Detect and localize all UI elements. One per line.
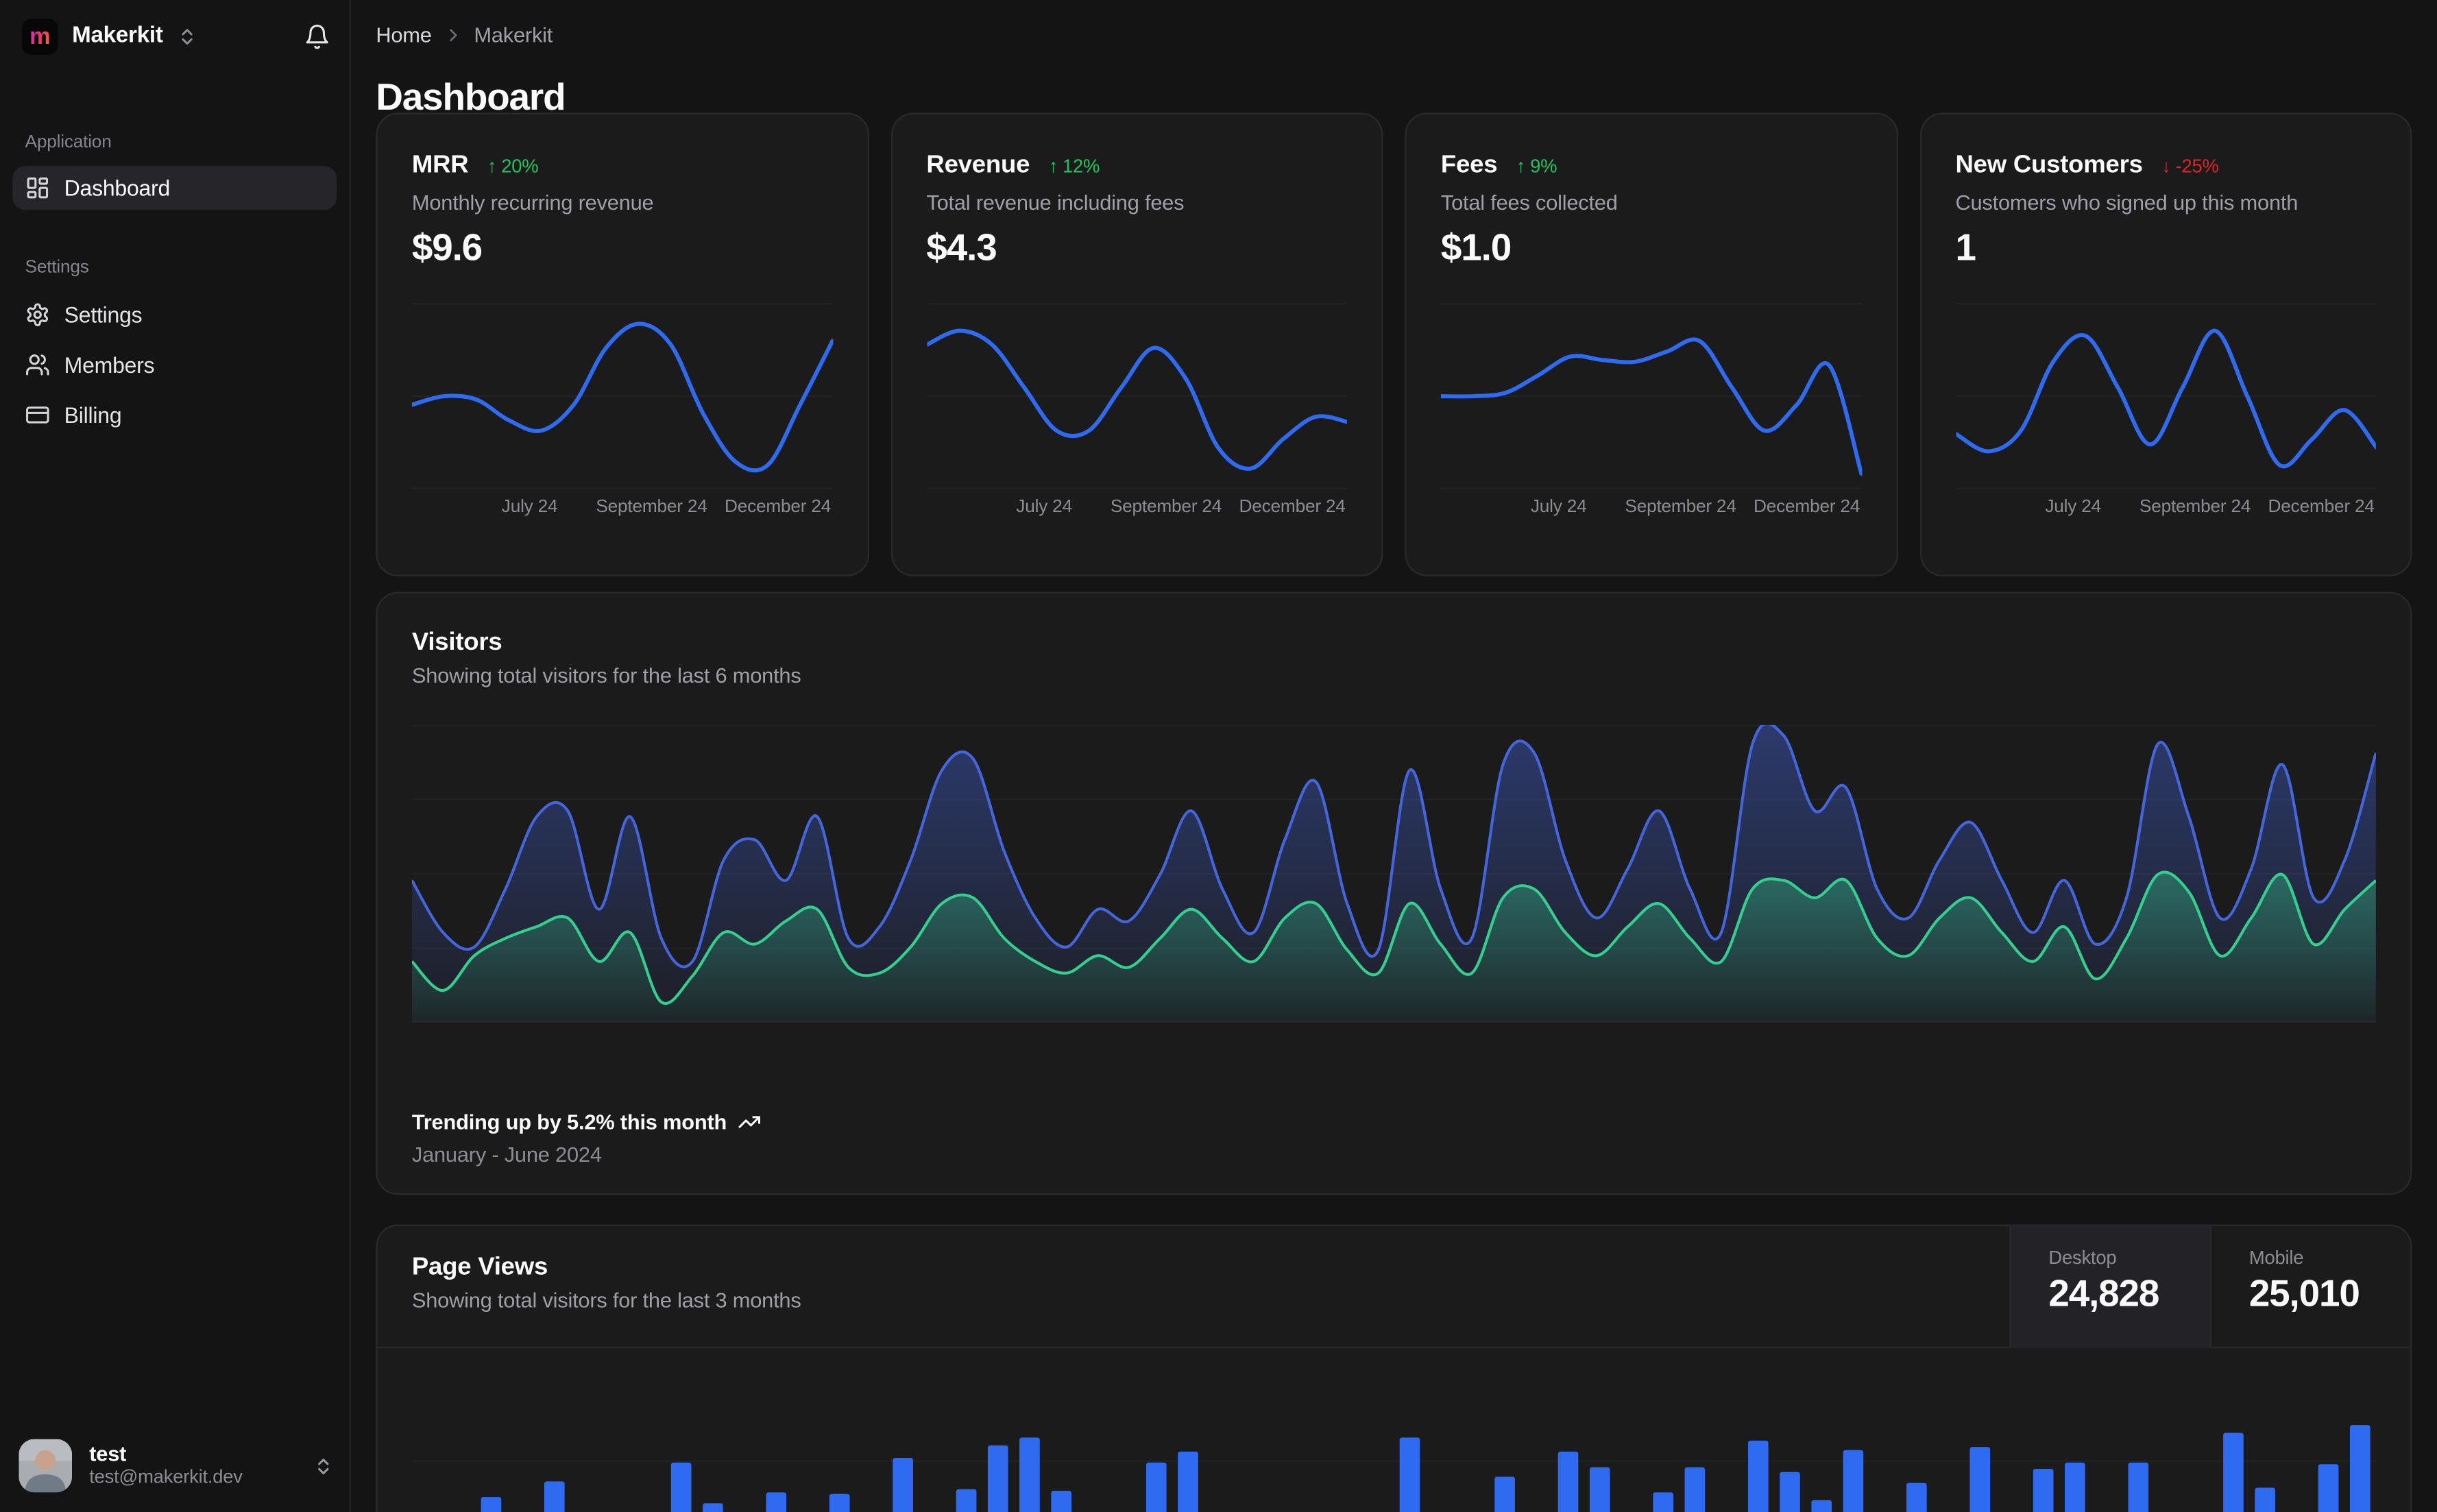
desktop-stat-toggle[interactable]: Desktop 24,828	[2009, 1226, 2210, 1349]
user-email: test@makerkit.dev	[89, 1466, 243, 1489]
trend-badge: ↑ 20%	[487, 155, 539, 178]
stat-card-fees: Fees ↑ 9% Total fees collected $1.0 July …	[1405, 112, 1898, 576]
sidebar-item-label: Dashboard	[64, 175, 171, 201]
sparkline-x-axis: July 24 September 24 December 24	[926, 498, 1346, 520]
user-name: test	[89, 1441, 127, 1466]
x-tick-label: July 24	[2045, 498, 2102, 517]
x-tick-label: September 24	[2139, 498, 2251, 517]
arrow-up-icon: ↑	[487, 155, 497, 178]
main-content: Home Makerkit Dashboard MRR ↑ 20% Monthly…	[351, 0, 2437, 1512]
visitors-subtitle: Showing total visitors for the last 6 mo…	[411, 663, 801, 687]
sparkline-x-axis: July 24 September 24 December 24	[1441, 498, 1861, 520]
breadcrumb-current: Makerkit	[474, 23, 553, 47]
stat-card-description: Total revenue including fees	[926, 191, 1185, 215]
x-tick-label: September 24	[1110, 498, 1222, 517]
breadcrumb-home-link[interactable]: Home	[376, 23, 432, 47]
page-views-bar-chart	[411, 1364, 2376, 1512]
stat-card-description: Total fees collected	[1440, 191, 1618, 215]
sidebar-item-label: Members	[64, 352, 155, 378]
stat-card-description: Monthly recurring revenue	[411, 191, 654, 215]
chevrons-up-down-icon	[313, 1456, 334, 1476]
page-views-title: Page Views	[411, 1254, 548, 1281]
breadcrumb: Home Makerkit	[376, 23, 553, 47]
page-views-toggles: Desktop 24,828 Mobile 25,010	[2009, 1226, 2410, 1349]
stat-value: 24,828	[2048, 1273, 2159, 1316]
credit-card-icon	[25, 402, 51, 428]
stat-card-value: $4.3	[926, 227, 997, 269]
sidebar-group-label-application: Application	[25, 133, 112, 152]
user-info: test test@makerkit.dev	[89, 1442, 243, 1489]
arrow-up-icon: ↑	[1516, 155, 1526, 178]
trending-up-icon	[738, 1110, 761, 1134]
workspace-selector[interactable]: m Makerkit	[21, 16, 330, 56]
avatar	[19, 1439, 73, 1493]
sparkline-x-axis: July 24 September 24 December 24	[412, 498, 832, 520]
new-customers-sparkline-chart	[1955, 302, 2375, 490]
mobile-stat-toggle[interactable]: Mobile 25,010	[2209, 1226, 2410, 1349]
layout-dashboard-icon	[25, 175, 51, 201]
workspace-name: Makerkit	[72, 23, 163, 49]
makerkit-logo: m	[21, 18, 58, 54]
page-views-card: Page Views Showing total visitors for th…	[376, 1224, 2412, 1512]
notifications-bell-icon[interactable]	[304, 23, 330, 49]
x-tick-label: September 24	[596, 498, 707, 517]
trend-badge: ↓ -25%	[2161, 155, 2219, 178]
app-window: m Makerkit Application Dashboard Setting…	[0, 0, 2437, 1512]
sidebar: m Makerkit Application Dashboard Setting…	[0, 0, 351, 1512]
stat-card-value: $1.0	[1440, 227, 1512, 269]
sidebar-item-label: Billing	[64, 402, 122, 428]
mrr-sparkline-chart	[411, 302, 833, 490]
sidebar-item-dashboard[interactable]: Dashboard	[12, 166, 337, 210]
stat-card-value: $9.6	[411, 227, 483, 269]
stat-card-new-customers: New Customers ↓ -25% Customers who signed…	[1919, 112, 2412, 576]
stat-card-title: Revenue	[926, 151, 1030, 179]
x-tick-label: July 24	[1016, 498, 1072, 517]
arrow-up-icon: ↑	[1048, 155, 1058, 178]
page-views-header: Page Views Showing total visitors for th…	[377, 1226, 2411, 1349]
trend-badge: ↑ 12%	[1048, 155, 1100, 178]
visitors-title: Visitors	[411, 629, 502, 657]
fees-sparkline-chart	[1440, 302, 1861, 490]
visitors-footer-note: Trending up by 5.2% this month	[412, 1110, 762, 1134]
sidebar-item-settings[interactable]: Settings	[12, 293, 337, 337]
x-tick-label: December 24	[2268, 498, 2375, 517]
stat-card-title: Fees	[1440, 151, 1498, 179]
x-tick-label: July 24	[1530, 498, 1587, 517]
revenue-sparkline-chart	[926, 302, 1347, 490]
sidebar-item-billing[interactable]: Billing	[12, 393, 337, 437]
stat-label: Mobile	[2248, 1246, 2304, 1269]
sidebar-item-label: Settings	[64, 302, 143, 328]
sidebar-item-members[interactable]: Members	[12, 343, 337, 387]
users-icon	[25, 352, 51, 378]
stat-card-title: MRR	[411, 151, 469, 179]
page-views-subtitle: Showing total visitors for the last 3 mo…	[411, 1289, 801, 1313]
chevrons-up-down-icon[interactable]	[177, 26, 197, 47]
x-tick-label: December 24	[724, 498, 832, 517]
arrow-down-icon: ↓	[2161, 155, 2171, 178]
visitors-footer-range: January - June 2024	[411, 1143, 602, 1167]
gear-icon	[25, 302, 51, 328]
x-tick-label: December 24	[1239, 498, 1346, 517]
stat-card-revenue: Revenue ↑ 12% Total revenue including fee…	[890, 112, 1383, 576]
x-tick-label: December 24	[1754, 498, 1860, 517]
trend-badge: ↑ 9%	[1516, 155, 1557, 178]
user-menu[interactable]: test test@makerkit.dev	[19, 1437, 333, 1493]
stat-card-description: Customers who signed up this month	[1955, 191, 2299, 215]
visitors-area-chart	[411, 724, 2376, 1023]
visitors-card: Visitors Showing total visitors for the …	[376, 592, 2412, 1195]
sparkline-x-axis: July 24 September 24 December 24	[1955, 498, 2375, 520]
sidebar-group-label-settings: Settings	[25, 258, 89, 278]
stat-card-mrr: MRR ↑ 20% Monthly recurring revenue $9.6 …	[376, 112, 869, 576]
stat-card-title: New Customers	[1955, 151, 2143, 179]
stat-cards-row: MRR ↑ 20% Monthly recurring revenue $9.6 …	[376, 112, 2412, 576]
stat-value: 25,010	[2248, 1273, 2360, 1316]
stat-card-value: 1	[1955, 227, 1976, 269]
x-tick-label: September 24	[1625, 498, 1736, 517]
x-tick-label: July 24	[501, 498, 558, 517]
stat-label: Desktop	[2048, 1246, 2117, 1269]
chevron-right-icon	[443, 25, 463, 46]
